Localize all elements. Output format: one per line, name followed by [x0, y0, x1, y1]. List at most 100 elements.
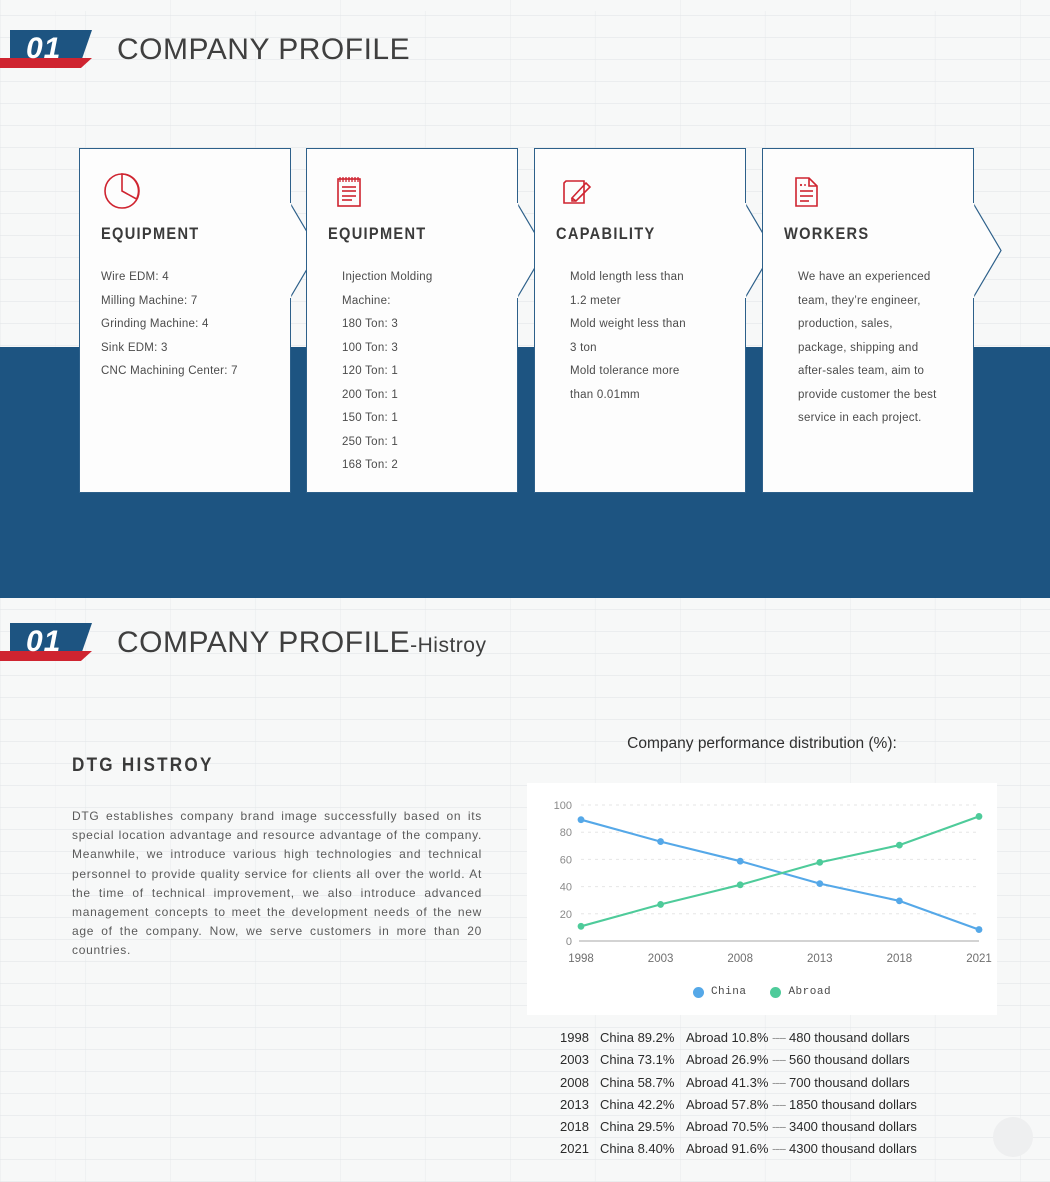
row-revenue: 4300 thousand dollars — [788, 1141, 917, 1157]
card-line: team, they’re engineer, — [798, 294, 921, 307]
row-year: 1998 — [560, 1030, 589, 1045]
svg-text:2013: 2013 — [807, 953, 833, 965]
badge-number: 01 — [26, 625, 62, 658]
notepad-icon — [328, 170, 496, 216]
chart-title: Company performance distribution (%): — [627, 735, 897, 752]
card-line: CNC Machining Center: 7 — [101, 365, 238, 377]
decorative-circle-watermark — [993, 1117, 1033, 1157]
row-revenue: 1850 thousand dollars — [788, 1096, 917, 1112]
pie-chart-icon — [101, 170, 269, 216]
section-badge: 01 — [0, 623, 92, 663]
card-capability: CAPABILITY Mold length less than 1.2 met… — [534, 148, 774, 493]
card-line: Injection Molding — [342, 271, 433, 283]
row-year: 2021 — [560, 1141, 589, 1157]
performance-line-chart: 0 20 40 60 80 100 1998 2003 2008 2013 2018 2021 Chi… — [527, 783, 997, 1015]
card-line: Mold weight less than — [570, 318, 686, 330]
row-abroad: Abroad 70.5% — [686, 1119, 769, 1135]
table-row: 2008 China 58.7% Abroad 41.3% ---- 700 tho… — [560, 1072, 990, 1094]
legend-dot-china — [692, 986, 704, 998]
profile-card-row: EQUIPMENT Wire EDM: 4 Milling Machine: 7… — [0, 148, 1050, 494]
legend-label-china: China — [710, 986, 747, 998]
table-row: 2003 China 73.1% Abroad 26.9% ---- 560 tho… — [560, 1049, 990, 1071]
card-line: 200 Ton: 1 — [342, 388, 399, 401]
row-revenue: 560 thousand dollars — [788, 1052, 910, 1068]
card-title: EQUIPMENT — [101, 224, 200, 243]
table-row: 1998 China 89.2% Abroad 10.8% ---- 480 tho… — [560, 1027, 990, 1049]
card-line: 120 Ton: 1 — [342, 365, 399, 377]
card-line: We have an experienced — [798, 271, 931, 283]
section-title-text: COMPANY PROFILE — [117, 626, 411, 659]
card-line: Machine: — [342, 294, 391, 307]
row-china: China 29.5% — [600, 1119, 675, 1135]
row-dash: ---- — [772, 1096, 786, 1112]
card-line: 250 Ton: 1 — [342, 435, 399, 448]
card-line: 150 Ton: 1 — [342, 412, 399, 424]
card-line: 168 Ton: 2 — [342, 459, 399, 471]
row-year: 2008 — [560, 1074, 589, 1090]
pencil-square-icon — [556, 170, 724, 216]
svg-text:2008: 2008 — [727, 953, 753, 965]
card-title: WORKERS — [784, 224, 870, 243]
row-abroad: Abroad 26.9% — [686, 1052, 769, 1068]
row-abroad: Abroad 10.8% — [686, 1030, 769, 1045]
row-china: China 58.7% — [600, 1074, 675, 1090]
row-revenue: 3400 thousand dollars — [788, 1119, 917, 1135]
card-line: 3 ton — [570, 341, 597, 354]
row-abroad: Abroad 41.3% — [686, 1074, 769, 1090]
row-dash: ---- — [772, 1119, 786, 1135]
row-year: 2018 — [560, 1119, 589, 1135]
row-dash: ---- — [772, 1052, 786, 1068]
card-line: after-sales team, aim to — [798, 365, 925, 377]
card-body-lines: Injection Molding Machine: 180 Ton: 3 10… — [328, 266, 496, 478]
card-equipment-2: EQUIPMENT Injection Molding Machine: 180… — [306, 148, 546, 493]
card-line: Mold length less than — [570, 271, 684, 283]
history-paragraph: DTG establishes company brand image succ… — [72, 809, 482, 958]
badge-number: 01 — [26, 32, 62, 65]
card-line: production, sales, — [798, 318, 893, 330]
svg-text:1998: 1998 — [568, 953, 594, 965]
svg-text:2003: 2003 — [648, 953, 674, 965]
legend-label-abroad: Abroad — [788, 986, 832, 998]
row-abroad: Abroad 91.6% — [686, 1141, 769, 1157]
card-chevron-connector — [973, 203, 1003, 298]
table-row: 2021 China 8.40% Abroad 91.6% ---- 4300 th… — [560, 1138, 990, 1160]
legend-item-china[interactable]: China — [692, 986, 747, 998]
page-title-history: COMPANY PROFILE-Histroy — [117, 626, 486, 660]
history-text-block: DTG HISTROY DTG establishes company bran… — [72, 755, 482, 961]
card-line: service in each project. — [798, 412, 922, 424]
row-dash: ---- — [772, 1141, 786, 1157]
svg-text:0: 0 — [566, 936, 572, 948]
section-badge: 01 — [0, 30, 92, 70]
section-title-text: COMPANY PROFILE — [117, 33, 411, 66]
card-line: than 0.01mm — [570, 388, 640, 401]
row-dash: ---- — [772, 1030, 786, 1045]
card-title: CAPABILITY — [556, 224, 656, 243]
svg-text:2018: 2018 — [887, 953, 913, 965]
document-icon — [784, 170, 952, 216]
card-line: 100 Ton: 3 — [342, 341, 399, 354]
card-line: Sink EDM: 3 — [101, 341, 168, 354]
table-row: 2013 China 42.2% Abroad 57.8% ---- 1850 th… — [560, 1094, 990, 1116]
card-line: 1.2 meter — [570, 294, 621, 307]
card-line: Mold tolerance more — [570, 365, 680, 377]
row-china: China 73.1% — [600, 1052, 675, 1068]
legend-dot-abroad — [770, 986, 782, 998]
card-line: package, shipping and — [798, 341, 919, 354]
history-heading: DTG HISTROY — [72, 755, 214, 776]
svg-text:2021: 2021 — [966, 953, 992, 965]
table-row: 2018 China 29.5% Abroad 70.5% ---- 3400 th… — [560, 1116, 990, 1138]
row-china: China 89.2% — [600, 1030, 675, 1045]
card-equipment-1: EQUIPMENT Wire EDM: 4 Milling Machine: 7… — [79, 148, 319, 493]
card-line: Milling Machine: 7 — [101, 294, 198, 307]
row-abroad: Abroad 57.8% — [686, 1096, 769, 1112]
section-header-history: 01 COMPANY PROFILE-Histroy — [0, 623, 486, 663]
svg-text:80: 80 — [560, 827, 572, 839]
row-china: China 42.2% — [600, 1096, 675, 1112]
card-line: Grinding Machine: 4 — [101, 318, 209, 330]
row-year: 2003 — [560, 1052, 589, 1068]
svg-text:100: 100 — [554, 800, 572, 812]
legend-item-abroad[interactable]: Abroad — [770, 986, 831, 998]
card-line: Wire EDM: 4 — [101, 271, 169, 283]
row-revenue: 480 thousand dollars — [788, 1030, 910, 1045]
row-year: 2013 — [560, 1096, 589, 1112]
